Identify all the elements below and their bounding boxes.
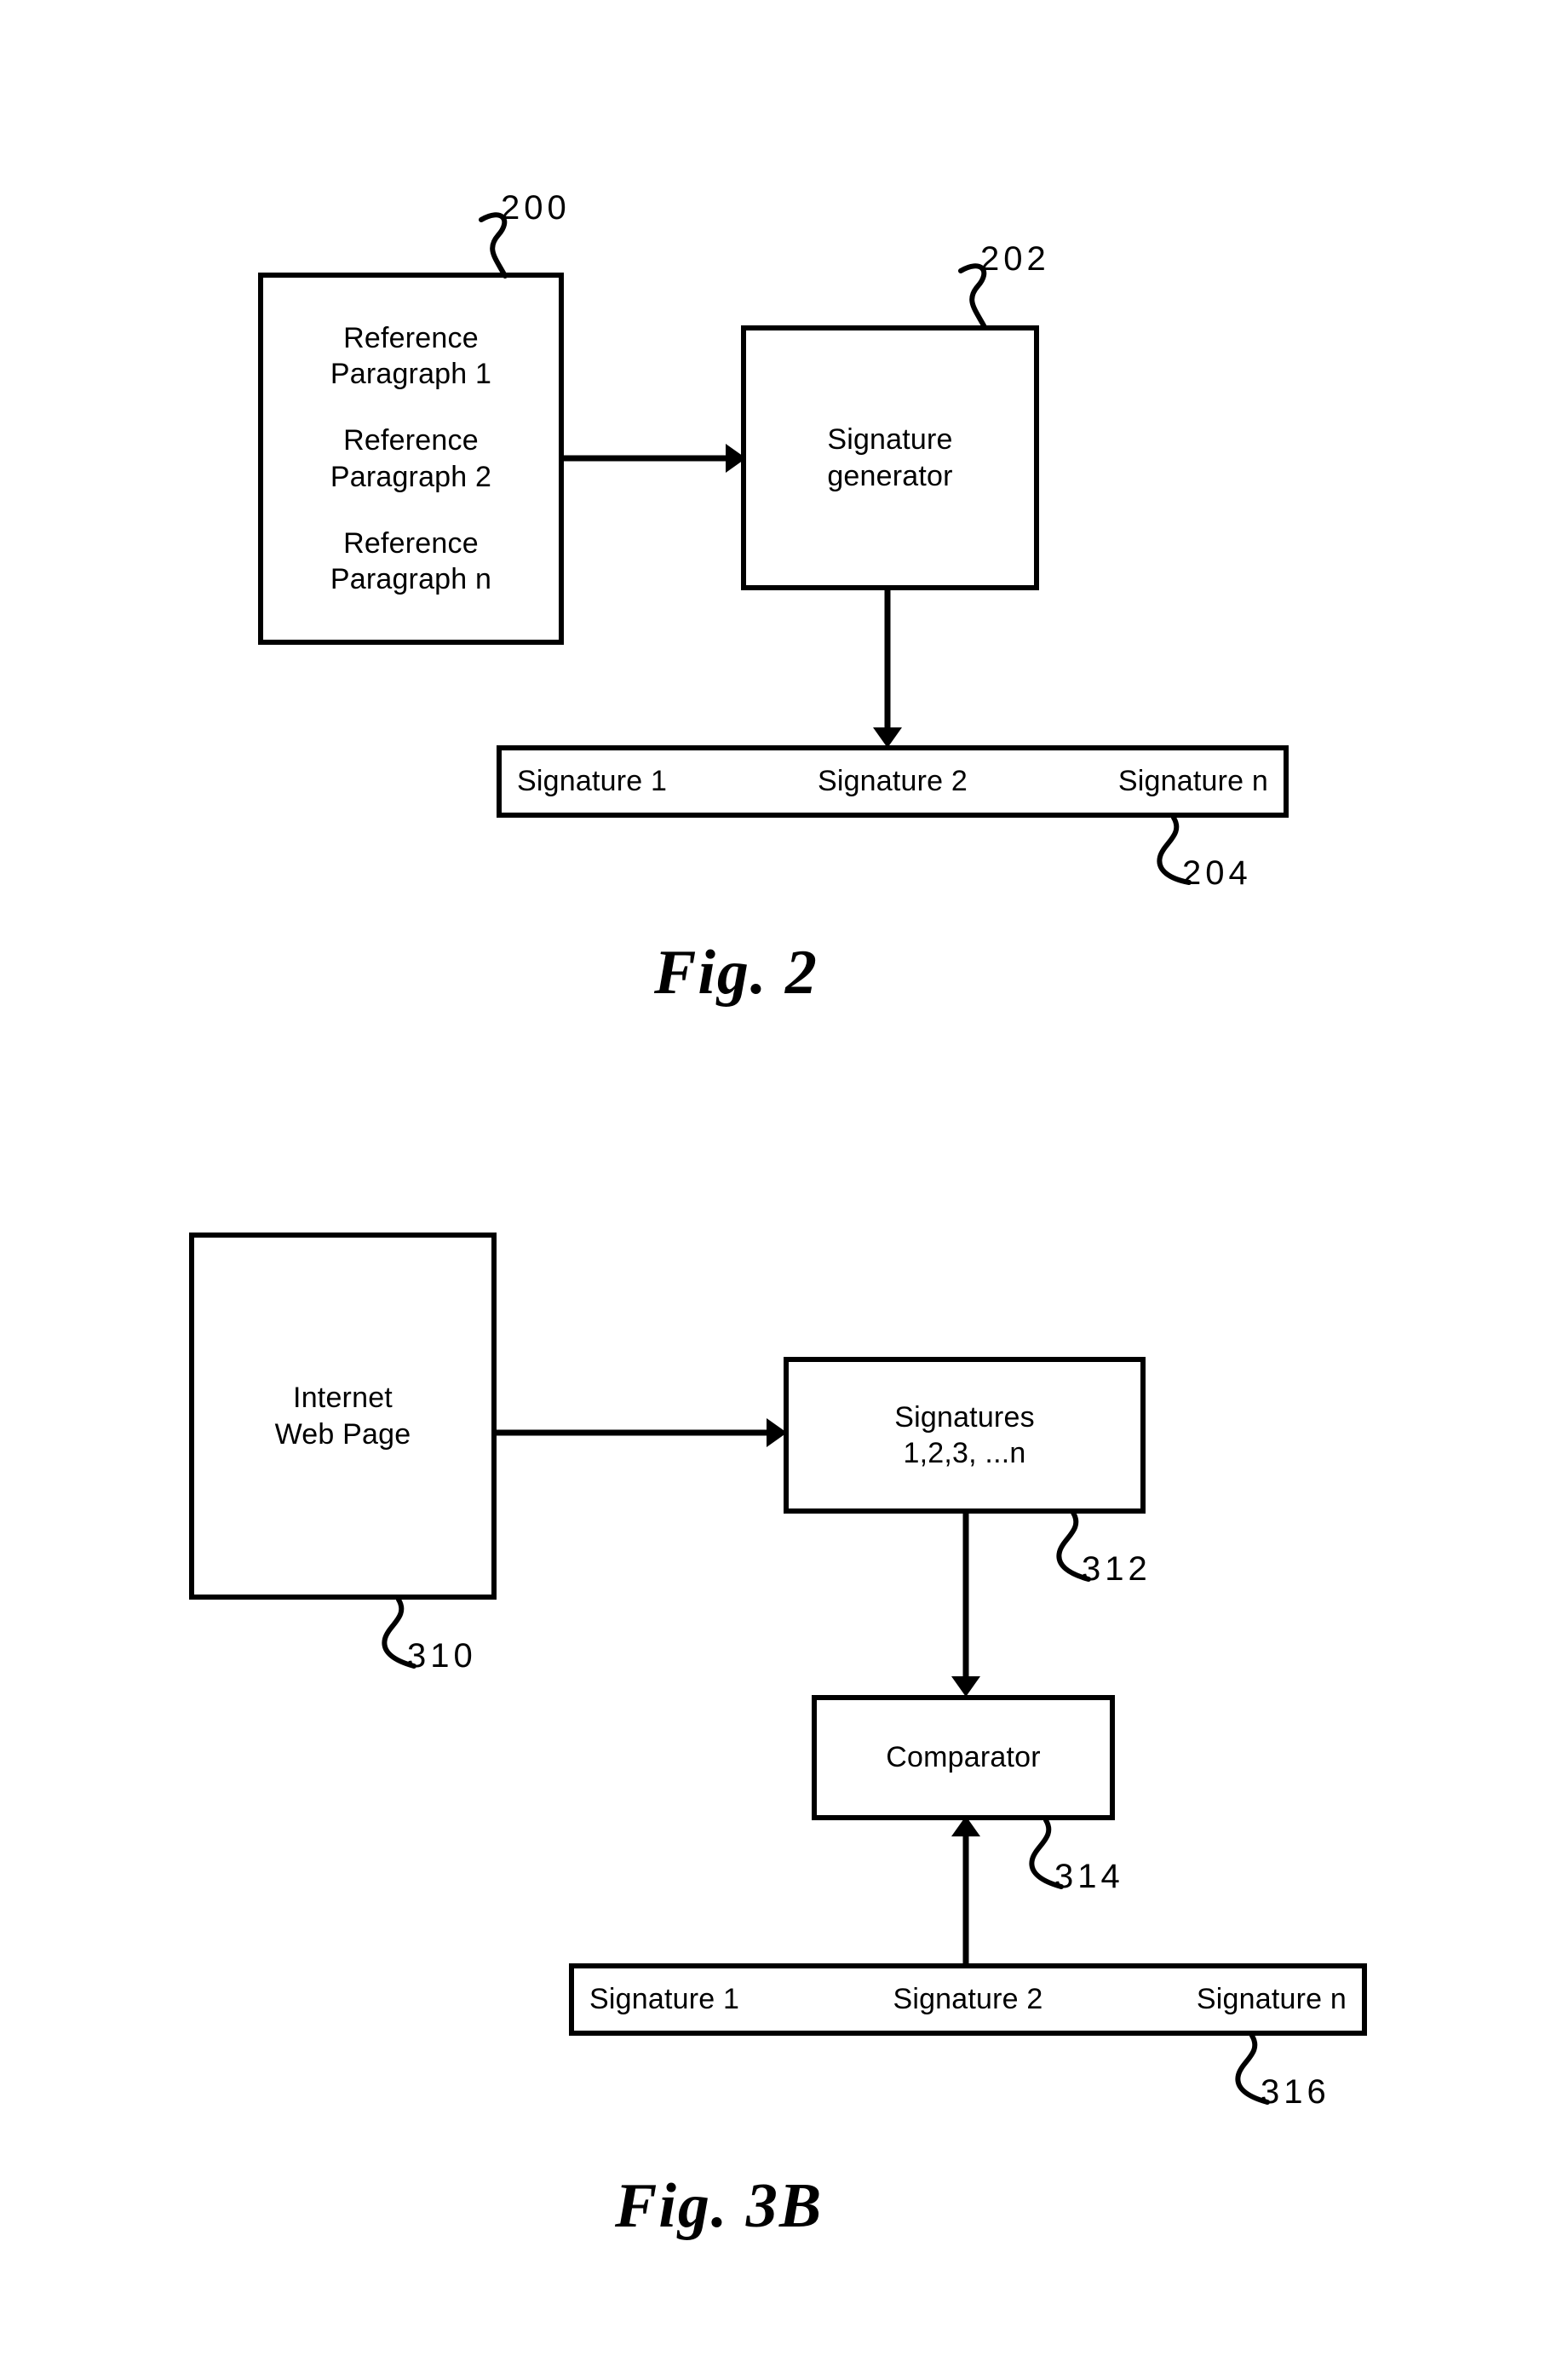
arrow-paragraphs-to-generator (560, 444, 746, 473)
ref-numeral-314: 314 (1054, 1858, 1124, 1895)
ref-numeral-312: 312 (1082, 1550, 1152, 1588)
signatures-list-line-2: 1,2,3, ...n (903, 1437, 1026, 1469)
reference-paragraph-n-line-2: Paragraph n (330, 562, 492, 595)
reference-paragraph-n: Reference Paragraph n (330, 526, 491, 597)
drawing-sheet: Reference Paragraph 1 Reference Paragrap… (0, 0, 1568, 2379)
arrow-webpage-to-signatures (494, 1418, 787, 1447)
comparator-box: Comparator (812, 1695, 1115, 1820)
arrow-reference-signatures-to-comparator (951, 1816, 980, 1966)
signature-store-bar: Signature 1 Signature 2 Signature n (497, 745, 1289, 818)
signature-cell-2: Signature 2 (817, 765, 968, 797)
signature-generator-line-2: generator (827, 459, 953, 492)
internet-web-page-box: Internet Web Page (189, 1233, 497, 1600)
signature-cell-n: Signature n (1117, 765, 1268, 797)
ref-numeral-202: 202 (980, 240, 1050, 278)
ref-numeral-316: 316 (1261, 2073, 1330, 2111)
figure-2-caption: Fig. 2 (654, 938, 818, 1008)
reference-signature-store-bar: Signature 1 Signature 2 Signature n (569, 1963, 1367, 2036)
internet-web-page-line-1: Internet (293, 1382, 393, 1415)
reference-paragraph-n-line-1: Reference (343, 526, 479, 560)
ref-numeral-204: 204 (1182, 854, 1252, 892)
reference-paragraphs-box: Reference Paragraph 1 Reference Paragrap… (258, 273, 564, 645)
arrow-generator-to-signatures (873, 588, 902, 748)
ref-numeral-200: 200 (501, 189, 571, 227)
ref-numeral-310: 310 (407, 1637, 477, 1675)
reference-paragraph-1: Reference Paragraph 1 (330, 320, 491, 392)
reference-paragraph-2-line-1: Reference (343, 424, 479, 457)
figure-3b-caption: Fig. 3B (615, 2171, 824, 2241)
reference-signature-cell-1: Signature 1 (589, 1983, 740, 2015)
reference-paragraph-2: Reference Paragraph 2 (330, 422, 491, 494)
comparator-label: Comparator (886, 1741, 1041, 1774)
reference-signature-cell-n: Signature n (1196, 1983, 1347, 2015)
signature-generator-line-1: Signature (827, 423, 953, 457)
signature-generator-box: Signature generator (741, 325, 1039, 590)
arrow-signatures-to-comparator (951, 1511, 980, 1697)
reference-paragraph-1-line-1: Reference (343, 322, 479, 355)
reference-paragraph-1-line-2: Paragraph 1 (330, 358, 492, 391)
signatures-list-line-1: Signatures (894, 1400, 1035, 1434)
reference-paragraph-2-line-2: Paragraph 2 (330, 460, 492, 493)
signatures-list-box: Signatures 1,2,3, ...n (784, 1357, 1146, 1514)
reference-signature-cell-2: Signature 2 (893, 1983, 1043, 2015)
internet-web-page-line-2: Web Page (274, 1417, 411, 1451)
signature-cell-1: Signature 1 (517, 765, 668, 797)
